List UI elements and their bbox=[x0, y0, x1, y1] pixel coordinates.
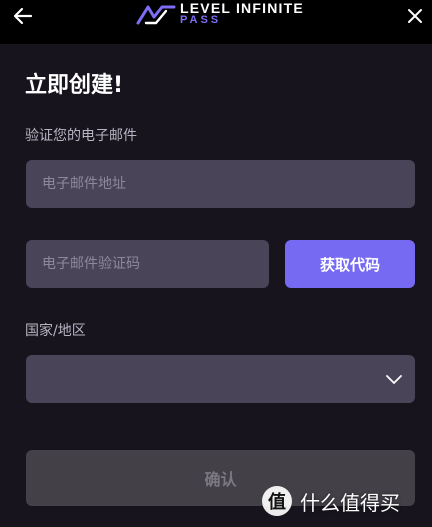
watermark-logo-icon: 值 bbox=[262, 486, 292, 516]
close-icon[interactable] bbox=[404, 5, 426, 27]
region-label: 国家/地区 bbox=[25, 323, 86, 339]
brand-name: LEVEL INFINITE bbox=[180, 0, 304, 16]
level-infinite-logo-icon bbox=[136, 5, 176, 25]
get-code-button[interactable]: 获取代码 bbox=[285, 240, 415, 288]
page-title: 立即创建! bbox=[25, 73, 124, 98]
level-infinite-pass-logo: LEVEL INFINITE PASS bbox=[136, 0, 316, 30]
email-section-label: 验证您的电子邮件 bbox=[25, 128, 137, 144]
chevron-down-icon bbox=[386, 375, 402, 384]
watermark-text: 什么值得买 bbox=[300, 490, 400, 515]
email-input[interactable] bbox=[26, 160, 415, 208]
verification-code-input[interactable] bbox=[26, 240, 269, 288]
back-arrow-icon[interactable] bbox=[12, 5, 34, 27]
region-select[interactable] bbox=[26, 355, 415, 403]
top-bar: LEVEL INFINITE PASS bbox=[0, 0, 432, 44]
brand-subname: PASS bbox=[180, 14, 222, 26]
watermark: 值 什么值得买 bbox=[262, 481, 426, 521]
